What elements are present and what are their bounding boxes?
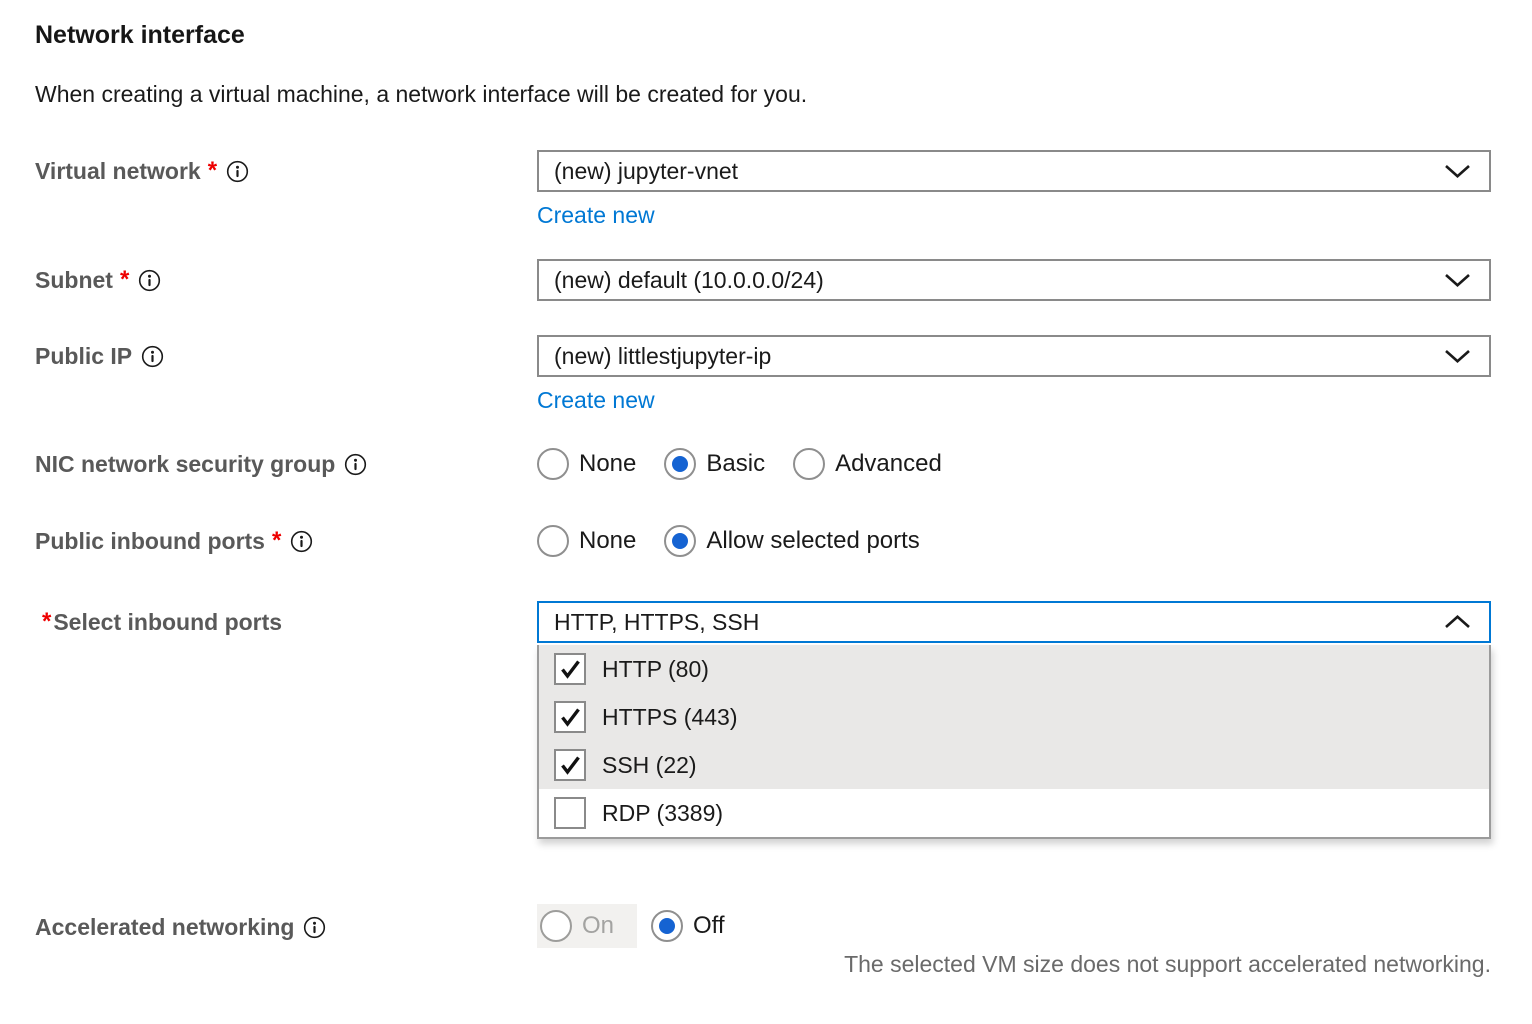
virtual-network-create-new-link[interactable]: Create new [537,201,655,229]
checkbox-http-checked[interactable] [554,653,586,685]
subnet-dropdown[interactable]: (new) default (10.0.0.0/24) [537,259,1491,301]
field-row-nic-nsg: NIC network security group None Basic Ad… [35,447,1491,481]
accelerated-networking-label: Accelerated networking [35,913,294,941]
info-icon[interactable] [344,453,367,481]
port-option-rdp[interactable]: RDP (3389) [539,789,1489,837]
checkbox-rdp-unchecked[interactable] [554,797,586,829]
virtual-network-value: (new) jupyter-vnet [554,158,738,185]
radio-circle [537,448,569,480]
port-option-ssh[interactable]: SSH (22) [539,741,1489,789]
inbound-ports-radio-allow-selected[interactable]: Allow selected ports [664,525,919,557]
chevron-down-icon [1444,267,1471,294]
radio-circle-selected [651,910,683,942]
radio-circle-selected [664,525,696,557]
section-title: Network interface [35,20,1491,50]
required-asterisk: * [272,527,281,555]
chevron-down-icon [1444,343,1471,370]
port-option-http[interactable]: HTTP (80) [539,645,1489,693]
checkbox-ssh-checked[interactable] [554,749,586,781]
accelerated-networking-radio-on: On [540,910,614,942]
info-icon[interactable] [303,916,326,944]
public-ip-create-new-link[interactable]: Create new [537,386,655,414]
radio-circle-selected [664,448,696,480]
network-interface-section: Network interface When creating a virtua… [0,0,1532,978]
inbound-ports-radio-none[interactable]: None [537,525,636,557]
info-icon[interactable] [226,160,249,188]
section-description: When creating a virtual machine, a netwo… [35,80,1491,108]
public-inbound-ports-label: Public inbound ports [35,527,265,555]
virtual-network-dropdown[interactable]: (new) jupyter-vnet [537,150,1491,192]
checkmark-icon [559,707,582,728]
nic-nsg-radio-advanced[interactable]: Advanced [793,448,942,480]
radio-circle [537,525,569,557]
radio-circle [793,448,825,480]
public-ip-dropdown[interactable]: (new) littlestjupyter-ip [537,335,1491,377]
select-inbound-ports-value: HTTP, HTTPS, SSH [554,609,759,636]
accelerated-networking-on-disabled: On [537,904,637,948]
subnet-value: (new) default (10.0.0.0/24) [554,267,824,294]
info-icon[interactable] [290,530,313,558]
subnet-label: Subnet [35,266,113,294]
info-icon[interactable] [138,269,161,297]
chevron-down-icon [1444,158,1471,185]
public-ip-value: (new) littlestjupyter-ip [554,343,771,370]
checkmark-icon [559,755,582,776]
port-option-label: HTTPS (443) [602,704,737,731]
accelerated-networking-radio-off[interactable]: Off [651,910,725,942]
required-asterisk: * [42,608,51,636]
nic-nsg-radio-basic[interactable]: Basic [664,448,765,480]
select-inbound-ports-combobox[interactable]: HTTP, HTTPS, SSH [537,601,1491,643]
port-option-label: SSH (22) [602,752,697,779]
virtual-network-label: Virtual network [35,157,201,185]
required-asterisk: * [120,266,129,294]
required-asterisk: * [208,157,217,185]
field-row-select-inbound-ports: * Select inbound ports HTTP, HTTPS, SSH … [35,601,1491,839]
accelerated-networking-note: The selected VM size does not support ac… [537,951,1491,978]
inbound-ports-dropdown-panel: HTTP (80) HTTPS (443) SSH (22) RDP [537,645,1491,839]
field-row-accelerated-networking: Accelerated networking On Off The select… [35,904,1491,978]
nic-nsg-label: NIC network security group [35,450,335,478]
field-row-subnet: Subnet * (new) default (10.0.0.0/24) [35,259,1491,301]
checkmark-icon [559,659,582,680]
port-option-https[interactable]: HTTPS (443) [539,693,1489,741]
field-row-public-ip: Public IP (new) littlestjupyter-ip Creat… [35,335,1491,414]
field-row-public-inbound-ports: Public inbound ports * None Allow select… [35,524,1491,558]
chevron-up-icon [1444,609,1471,636]
nic-nsg-radio-none[interactable]: None [537,448,636,480]
radio-circle-disabled [540,910,572,942]
port-option-label: RDP (3389) [602,800,723,827]
port-option-label: HTTP (80) [602,656,709,683]
checkbox-https-checked[interactable] [554,701,586,733]
select-inbound-ports-label: Select inbound ports [53,608,282,636]
field-row-virtual-network: Virtual network * (new) jupyter-vnet Cre… [35,150,1491,229]
public-ip-label: Public IP [35,342,132,370]
info-icon[interactable] [141,345,164,373]
